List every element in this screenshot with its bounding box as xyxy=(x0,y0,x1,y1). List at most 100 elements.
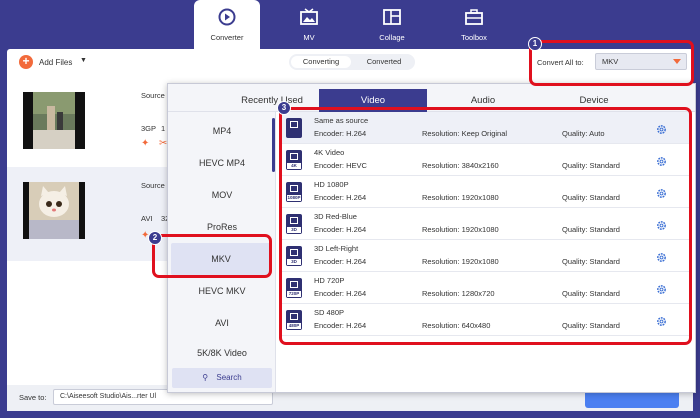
search-icon: ⚲ xyxy=(202,373,209,382)
tab-collage[interactable]: Collage xyxy=(359,0,425,52)
tab-converter-label: Converter xyxy=(210,33,244,42)
preset-resolution: Resolution: 1920x1080 xyxy=(422,257,499,266)
toolbar: + Add Files ▼ Converting Converted Conve… xyxy=(7,49,693,79)
video-preset-icon xyxy=(286,118,302,138)
file-row[interactable]: Source AVI 32 ✦ xyxy=(7,167,177,261)
format-item[interactable]: AVI xyxy=(168,307,276,339)
preset-list: Same as source Encoder: H.264 Resolution… xyxy=(280,112,692,392)
preset-encoder: Encoder: HEVC xyxy=(314,161,367,170)
tab-mv[interactable]: MV xyxy=(276,0,342,52)
format-item[interactable]: MP4 xyxy=(168,115,276,147)
video-thumbnail xyxy=(23,92,85,149)
preset-resolution: Resolution: 640x480 xyxy=(422,321,491,330)
preset-row[interactable]: 3D 3D Left-Right Encoder: H.264 Resoluti… xyxy=(280,240,692,272)
tab-toolbox-label: Toolbox xyxy=(461,33,487,42)
format-item[interactable]: HEVC MP4 xyxy=(168,147,276,179)
format-item[interactable]: HEVC MKV xyxy=(168,275,276,307)
status-segmented-control: Converting Converted xyxy=(289,54,415,70)
preset-name: HD 1080P xyxy=(314,180,349,189)
format-popup: Recently Used Video Audio Device MP4 HEV… xyxy=(167,83,696,393)
preset-quality: Quality: Standard xyxy=(562,289,620,298)
gear-icon[interactable] xyxy=(656,156,667,167)
preset-row[interactable]: 720P HD 720P Encoder: H.264 Resolution: … xyxy=(280,272,692,304)
format-item[interactable]: MOV xyxy=(168,179,276,211)
preset-resolution: Resolution: 1920x1080 xyxy=(422,193,499,202)
preset-row[interactable]: 480P SD 480P Encoder: H.264 Resolution: … xyxy=(280,304,692,336)
preset-row[interactable]: 4K 4K Video Encoder: HEVC Resolution: 38… xyxy=(280,144,692,176)
magic-wand-icon[interactable]: ✦ xyxy=(141,139,151,149)
preset-resolution: Resolution: 1280x720 xyxy=(422,289,495,298)
format-item[interactable]: ProRes xyxy=(168,211,276,243)
preset-row[interactable]: 1080P HD 1080P Encoder: H.264 Resolution… xyxy=(280,176,692,208)
video-preset-icon: 3D xyxy=(286,246,302,266)
format-list: MP4 HEVC MP4 MOV ProRes MKV HEVC MKV AVI… xyxy=(168,112,276,392)
tab-converter[interactable]: Converter xyxy=(194,0,260,52)
add-files-dropdown-icon[interactable]: ▼ xyxy=(80,57,87,64)
preset-name: SD 480P xyxy=(314,308,345,317)
preset-row[interactable]: Same as source Encoder: H.264 Resolution… xyxy=(280,112,692,144)
tab-converted[interactable]: Converted xyxy=(355,56,413,68)
video-preset-icon: 4K xyxy=(286,150,302,170)
collage-icon xyxy=(383,9,401,25)
tab-toolbox[interactable]: Toolbox xyxy=(441,0,507,52)
search-label: Search xyxy=(216,373,242,382)
file-source-label: Source xyxy=(141,181,165,190)
gear-icon[interactable] xyxy=(656,188,667,199)
convert-all-select[interactable]: MKV xyxy=(595,53,687,70)
top-nav: Converter MV Collage Toolbox xyxy=(0,0,700,52)
gear-icon[interactable] xyxy=(656,316,667,327)
file-source-label: Source xyxy=(141,91,165,100)
file-format: 3GP xyxy=(141,124,157,133)
tab-converting[interactable]: Converting xyxy=(291,56,351,68)
preset-quality: Quality: Standard xyxy=(562,161,620,170)
video-preset-icon: 720P xyxy=(286,278,302,298)
format-item[interactable]: 5K/8K Video xyxy=(168,337,276,369)
preset-name: HD 720P xyxy=(314,276,345,285)
video-preset-icon: 1080P xyxy=(286,182,302,202)
file-format-detail: 1 xyxy=(161,124,166,133)
video-thumbnail xyxy=(23,182,85,239)
gear-icon[interactable] xyxy=(656,252,667,263)
preset-resolution: Resolution: 3840x2160 xyxy=(422,161,499,170)
preset-encoder: Encoder: H.264 xyxy=(314,129,367,138)
preset-encoder: Encoder: H.264 xyxy=(314,193,367,202)
chevron-down-icon xyxy=(673,59,681,64)
add-files-button[interactable]: Add Files xyxy=(39,58,72,67)
file-format: AVI xyxy=(141,214,153,223)
step-badge: 1 xyxy=(528,37,542,51)
toolbox-icon xyxy=(465,9,483,25)
preset-quality: Quality: Standard xyxy=(562,321,620,330)
tab-mv-label: MV xyxy=(303,33,315,42)
tab-device[interactable]: Device xyxy=(540,89,648,112)
step-badge: 3 xyxy=(277,101,291,115)
step-badge: 2 xyxy=(148,231,162,245)
tab-recently-used[interactable]: Recently Used xyxy=(218,89,326,112)
tab-audio[interactable]: Audio xyxy=(429,89,537,112)
file-row[interactable]: Source 3GP 1 ✦ ✂ xyxy=(7,87,177,165)
format-category-tabs: Recently Used Video Audio Device xyxy=(168,84,695,112)
preset-quality: Quality: Standard xyxy=(562,257,620,266)
video-preset-icon: 3D xyxy=(286,214,302,234)
converter-icon xyxy=(218,8,236,26)
preset-encoder: Encoder: H.264 xyxy=(314,289,367,298)
preset-encoder: Encoder: H.264 xyxy=(314,321,367,330)
preset-name: Same as source xyxy=(314,116,369,125)
format-search-button[interactable]: ⚲ Search xyxy=(172,368,272,388)
add-files-plus-icon[interactable]: + xyxy=(19,55,33,69)
preset-name: 4K Video xyxy=(314,148,345,157)
preset-quality: Quality: Standard xyxy=(562,193,620,202)
preset-row[interactable]: 3D 3D Red-Blue Encoder: H.264 Resolution… xyxy=(280,208,692,240)
mv-icon xyxy=(300,8,318,25)
gear-icon[interactable] xyxy=(656,284,667,295)
tab-video[interactable]: Video xyxy=(319,89,427,112)
tab-collage-label: Collage xyxy=(379,33,405,42)
video-preset-icon: 480P xyxy=(286,310,302,330)
gear-icon[interactable] xyxy=(656,220,667,231)
preset-encoder: Encoder: H.264 xyxy=(314,257,367,266)
preset-resolution: Resolution: 1920x1080 xyxy=(422,225,499,234)
gear-icon[interactable] xyxy=(656,124,667,135)
preset-resolution: Resolution: Keep Original xyxy=(422,129,508,138)
preset-encoder: Encoder: H.264 xyxy=(314,225,367,234)
format-item-mkv[interactable]: MKV xyxy=(171,243,271,275)
save-to-label: Save to: xyxy=(19,393,47,402)
